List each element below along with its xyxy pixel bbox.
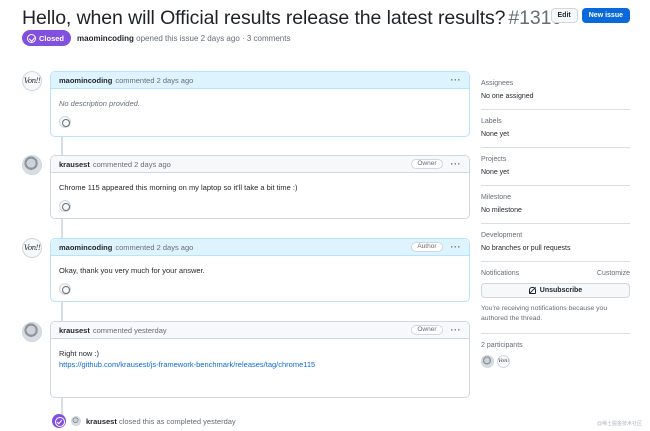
closed-state-icon — [52, 414, 66, 428]
owner-badge: Owner — [411, 325, 443, 335]
avatar[interactable] — [22, 155, 42, 175]
avatar[interactable]: Von!! — [22, 71, 42, 91]
comment-body: Okay, thank you very much for your answe… — [51, 256, 469, 300]
comment-author[interactable]: krausest — [59, 160, 90, 169]
closed-state-icon — [27, 33, 36, 43]
event-text: krausest closed this as completed yester… — [86, 416, 236, 426]
unsubscribe-label: Unsubscribe — [539, 287, 583, 294]
kebab-menu-icon[interactable]: ··· — [451, 160, 462, 169]
comment-author[interactable]: krausest — [59, 326, 90, 335]
notifications-note: You're receiving notifications because y… — [481, 305, 608, 322]
avatar-text: Von!! — [24, 77, 41, 85]
comment-time[interactable]: commented 2 days ago — [115, 76, 193, 85]
avatar[interactable]: Von!! — [22, 238, 42, 258]
avatar[interactable]: Von!! — [497, 355, 510, 368]
sidebar-assignees: Assignees No one assigned — [481, 72, 630, 110]
smiley-icon[interactable] — [59, 116, 71, 128]
comment: krausest commented 2 days ago Owner ··· C… — [50, 155, 470, 219]
comment-body: Right now :) https://github.com/krausest… — [51, 339, 469, 375]
issue-sidebar: Assignees No one assigned Labels None ye… — [481, 72, 630, 377]
sidebar-label[interactable]: Projects — [481, 156, 630, 163]
avatar[interactable] — [22, 322, 42, 342]
sidebar-development: Development No branches or pull requests — [481, 224, 630, 262]
comment-author[interactable]: maomincoding — [59, 76, 112, 85]
comment: maomincoding commented 2 days ago Author… — [50, 238, 470, 302]
sidebar-notifications: Notifications Customize Unsubscribe You'… — [481, 262, 630, 334]
comment-header: maomincoding commented 2 days ago ··· — [51, 72, 469, 89]
issue-title-text: Hello, when will Official results releas… — [22, 7, 506, 29]
issue-title: Hello, when will Official results releas… — [22, 8, 562, 28]
comment-text: Okay, thank you very much for your answe… — [59, 266, 205, 275]
issue-author-link[interactable]: maomincoding — [77, 34, 134, 43]
kebab-menu-icon[interactable]: ··· — [451, 76, 462, 85]
status-badge: Closed — [22, 30, 72, 46]
comment-header: maomincoding commented 2 days ago Author… — [51, 239, 469, 256]
sidebar-labels: Labels None yet — [481, 110, 630, 148]
comment-text: Right now :) — [59, 349, 100, 358]
avatar-text: Von!! — [24, 244, 41, 252]
comment-header: krausest commented 2 days ago Owner ··· — [51, 156, 469, 173]
watermark: @稀土掘金技术社区 — [596, 421, 642, 427]
avatar-text: Von!! — [498, 358, 510, 364]
comment: maomincoding commented 2 days ago ··· No… — [50, 71, 470, 137]
sidebar-milestone: Milestone No milestone — [481, 186, 630, 224]
status-label: Closed — [39, 33, 65, 43]
comment-body: Chrome 115 appeared this morning on my l… — [51, 173, 469, 217]
comment-time[interactable]: commented 2 days ago — [115, 243, 193, 252]
kebab-menu-icon[interactable]: ··· — [451, 326, 462, 335]
customize-link[interactable]: Customize — [597, 270, 630, 277]
sidebar-label[interactable]: Development — [481, 232, 630, 239]
issue-header: Hello, when will Official results releas… — [22, 8, 632, 60]
sidebar-value: None yet — [481, 131, 510, 138]
comment-text: Chrome 115 appeared this morning on my l… — [59, 183, 298, 192]
sidebar-projects: Projects None yet — [481, 148, 630, 186]
edit-button[interactable]: Edit — [550, 8, 578, 23]
sidebar-label[interactable]: Milestone — [481, 194, 630, 201]
notifications-label: Notifications — [481, 270, 520, 277]
comment-time[interactable]: commented 2 days ago — [93, 160, 171, 169]
sidebar-label[interactable]: Labels — [481, 118, 630, 125]
sidebar-value: No milestone — [481, 207, 522, 214]
sidebar-value: No branches or pull requests — [481, 245, 571, 252]
new-issue-button[interactable]: New issue — [581, 8, 630, 23]
comment-text: No description provided. — [59, 99, 140, 108]
comment-body: No description provided. — [51, 89, 469, 133]
meta-text: maomincoding opened this issue 2 days ag… — [77, 33, 291, 43]
avatar[interactable] — [481, 355, 494, 368]
kebab-menu-icon[interactable]: ··· — [451, 243, 462, 252]
unsubscribe-button[interactable]: Unsubscribe — [481, 283, 630, 298]
comment-header: krausest commented yesterday Owner ··· — [51, 322, 469, 339]
comment-author[interactable]: maomincoding — [59, 243, 112, 252]
closed-event: krausest closed this as completed yester… — [52, 414, 236, 428]
participants-list: Von!! — [481, 355, 630, 368]
author-badge: Author — [411, 242, 443, 252]
comment: krausest commented yesterday Owner ··· Ri… — [50, 321, 470, 398]
bell-slash-icon — [528, 287, 536, 294]
owner-badge: Owner — [411, 159, 443, 169]
avatar[interactable] — [71, 416, 81, 426]
issue-meta: Closed maomincoding opened this issue 2 … — [22, 30, 290, 46]
sidebar-value: None yet — [481, 169, 510, 176]
header-actions: Edit New issue — [550, 8, 630, 23]
sidebar-label: 2 participants — [481, 342, 523, 349]
sidebar-label: Notifications Customize — [481, 270, 630, 277]
smiley-icon[interactable] — [59, 283, 71, 295]
sidebar-label[interactable]: Assignees — [481, 80, 630, 87]
release-link[interactable]: https://github.com/krausest/js-framework… — [59, 360, 315, 369]
sidebar-value: No one assigned — [481, 93, 534, 100]
event-actor[interactable]: krausest — [86, 417, 117, 426]
sidebar-participants: 2 participants Von!! — [481, 334, 630, 377]
comment-time[interactable]: commented yesterday — [93, 326, 167, 335]
smiley-icon[interactable] — [59, 200, 71, 212]
